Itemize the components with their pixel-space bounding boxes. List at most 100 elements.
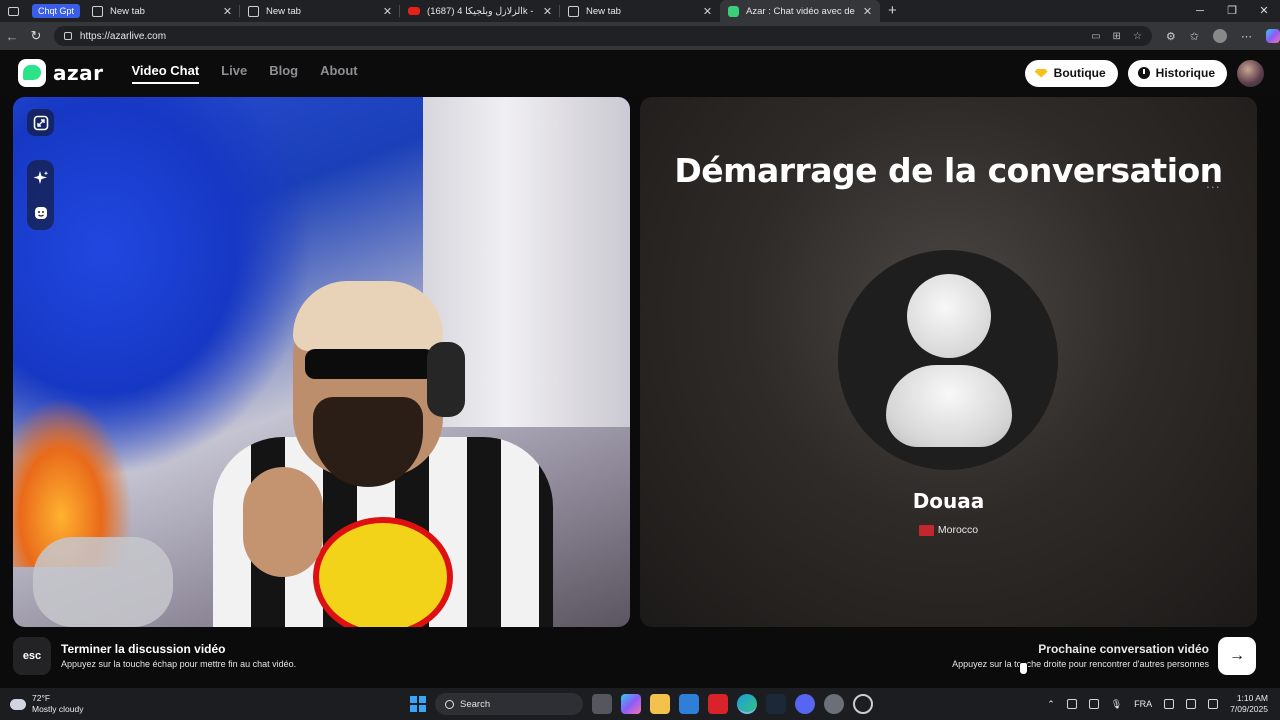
weather-widget[interactable]: 72°F Mostly cloudy	[10, 693, 84, 715]
close-icon[interactable]: ✕	[543, 5, 552, 18]
discord-icon[interactable]	[795, 694, 815, 714]
azar-logo[interactable]: azar	[18, 59, 104, 87]
store-icon[interactable]	[679, 694, 699, 714]
browser-tab-3[interactable]: (1687) الزلازل وبلجيكا 4k - هازارد ب ✕	[400, 0, 561, 22]
close-window-icon[interactable]: ✕	[1248, 0, 1280, 22]
network-icon[interactable]	[1088, 699, 1099, 709]
cast-icon[interactable]: ▭	[1091, 31, 1100, 42]
search-icon	[445, 699, 454, 709]
user-avatar[interactable]	[1237, 59, 1264, 87]
chevron-up-icon[interactable]: ⌃	[1047, 699, 1055, 710]
settings-gear-icon[interactable]	[824, 694, 844, 714]
windows-start-icon[interactable]	[410, 696, 426, 712]
profile-avatar[interactable]	[1213, 29, 1227, 43]
clock-time: 1:10 AM	[1236, 693, 1268, 703]
battery-icon[interactable]	[1208, 699, 1219, 709]
copilot-taskbar-icon[interactable]	[621, 694, 641, 714]
country-label: Morocco	[937, 524, 979, 536]
site-info-icon[interactable]	[63, 32, 72, 40]
history-clock-icon	[1137, 67, 1150, 79]
effects-tool-group	[27, 160, 54, 230]
system-tray: ⌃ 🎙 FRA 1:10 AM 7/09/2025	[1047, 693, 1268, 715]
browser-tab-4[interactable]: New tab ✕	[560, 0, 720, 22]
address-bar[interactable]: https://azarlive.com ▭ ⊞ ☆	[53, 26, 1152, 46]
more-menu-icon[interactable]: ⋯	[1241, 30, 1252, 43]
historique-button[interactable]: Historique	[1127, 59, 1227, 87]
page-icon	[248, 5, 260, 17]
onedrive-icon[interactable]	[1066, 699, 1077, 709]
nav-about[interactable]: About	[320, 63, 358, 84]
youtube-icon	[408, 7, 421, 15]
partner-country: Morocco	[640, 524, 1257, 536]
close-icon[interactable]: ✕	[223, 5, 232, 18]
app-available-icon[interactable]: ⊞	[1113, 31, 1121, 42]
next-chat-title: Prochaine conversation vidéo	[1038, 642, 1209, 656]
wifi-icon[interactable]	[1164, 699, 1175, 709]
reload-icon[interactable]: ↻	[24, 28, 48, 44]
extensions-icon[interactable]: ⚙	[1166, 30, 1176, 43]
tab-title: New tab	[586, 5, 621, 17]
favorite-star-icon[interactable]: ☆	[1133, 31, 1142, 42]
cloud-icon	[10, 698, 26, 710]
browser-tab-2[interactable]: New tab ✕	[240, 0, 401, 22]
app-icon[interactable]	[853, 694, 873, 714]
expand-icon	[33, 115, 48, 130]
face-mask-icon	[34, 206, 47, 219]
tab-title: New tab	[110, 5, 145, 17]
close-icon[interactable]: ✕	[383, 5, 392, 18]
sparkle-icon	[33, 170, 48, 184]
window-controls: ─ ❐ ✕	[1184, 0, 1280, 22]
maximize-icon[interactable]: ❐	[1216, 0, 1248, 22]
boutique-label: Boutique	[1053, 66, 1106, 80]
task-view-icon[interactable]	[592, 694, 612, 714]
nav-blog[interactable]: Blog	[269, 63, 298, 84]
microphone-icon[interactable]: 🎙	[1111, 699, 1122, 710]
page-icon	[568, 5, 580, 17]
avatar-head-shape	[907, 274, 991, 358]
partner-video-panel: Démarrage de la conversation ... Douaa M…	[640, 97, 1257, 627]
minimize-icon[interactable]: ─	[1184, 0, 1216, 22]
tab-group-chip[interactable]: Chqt Gpt	[32, 4, 81, 18]
copilot-icon[interactable]	[1266, 29, 1280, 43]
morocco-flag-icon	[918, 524, 934, 536]
self-video-panel	[13, 97, 630, 627]
self-video-person	[213, 281, 553, 627]
logo-text: azar	[53, 61, 104, 85]
nav-live[interactable]: Live	[221, 63, 247, 84]
browser-tab-5[interactable]: Azar : Chat vidéo avec de no ✕	[720, 0, 881, 22]
volume-icon[interactable]	[1186, 699, 1197, 709]
mask-button[interactable]	[27, 199, 54, 226]
gem-icon	[1034, 68, 1048, 78]
end-chat-title: Terminer la discussion vidéo	[61, 642, 226, 656]
site-header: azar Video Chat Live Blog About Boutique…	[0, 50, 1280, 96]
file-explorer-icon[interactable]	[650, 694, 670, 714]
effects-button[interactable]	[27, 164, 54, 191]
taskbar-search[interactable]: Search	[435, 693, 583, 715]
next-chat-hint: Appuyez sur la touche droite pour rencon…	[952, 659, 1209, 669]
edge-icon[interactable]	[737, 694, 757, 714]
video-tools	[27, 109, 54, 230]
boutique-button[interactable]: Boutique	[1024, 59, 1118, 87]
next-chat-button[interactable]: →	[1218, 637, 1256, 675]
favorites-icon[interactable]: ✩	[1190, 30, 1199, 43]
browser-tabstrip: Chqt Gpt New tab ✕ New tab ✕ (1687) الزل…	[0, 0, 1280, 22]
close-icon[interactable]: ✕	[703, 5, 712, 18]
end-chat-button[interactable]: esc	[13, 637, 51, 675]
wps-office-icon[interactable]	[708, 694, 728, 714]
new-tab-button[interactable]: +	[888, 0, 897, 22]
end-chat-hint: Appuyez sur la touche échap pour mettre …	[61, 659, 297, 669]
taskbar-clock[interactable]: 1:10 AM 7/09/2025	[1230, 693, 1268, 715]
url-text: https://azarlive.com	[79, 30, 167, 42]
nav-video-chat[interactable]: Video Chat	[131, 63, 200, 84]
back-icon[interactable]: ←	[0, 29, 24, 44]
steam-icon[interactable]	[766, 694, 786, 714]
close-icon[interactable]: ✕	[863, 5, 872, 18]
browser-tab-1[interactable]: New tab ✕	[84, 0, 241, 22]
avatar-body-shape	[886, 365, 1012, 447]
azar-icon	[728, 5, 740, 17]
expand-video-button[interactable]	[27, 109, 54, 136]
tab-actions-button[interactable]	[0, 0, 26, 22]
browser-toolbar: ← ↻ https://azarlive.com ▭ ⊞ ☆ ⚙ ✩ ⋯	[0, 22, 1280, 50]
language-indicator[interactable]: FRA	[1134, 699, 1152, 709]
video-background-controller	[33, 537, 173, 627]
